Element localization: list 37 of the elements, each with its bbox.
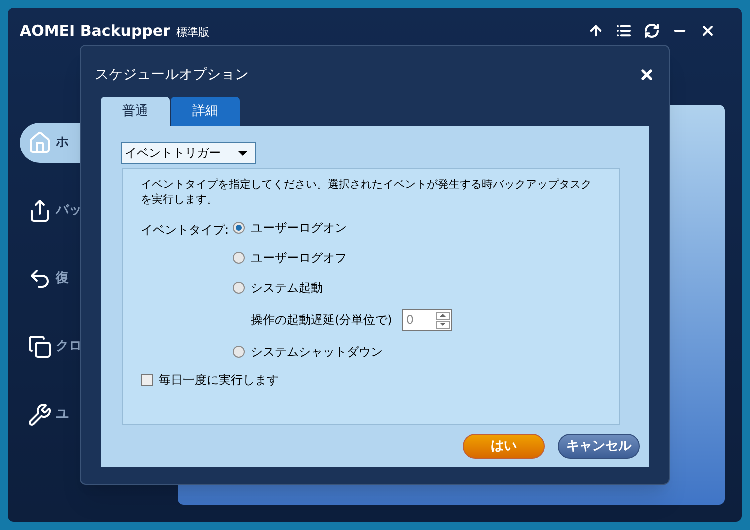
sidebar-label: クロ bbox=[56, 338, 82, 356]
radio-button[interactable] bbox=[233, 346, 245, 358]
sidebar-label: バッ bbox=[56, 202, 82, 220]
event-type-label: イベントタイプ: bbox=[141, 222, 230, 239]
radio-option[interactable]: ユーザーログオン bbox=[233, 219, 452, 237]
tab[interactable]: 普通 bbox=[101, 97, 170, 126]
dialog-title: スケジュールオプション bbox=[95, 66, 249, 84]
caret-icon bbox=[238, 150, 248, 156]
radio-option[interactable]: システム起動 bbox=[233, 279, 452, 297]
sidebar-item[interactable]: ユ bbox=[20, 394, 108, 434]
sidebar-item[interactable]: クロ bbox=[20, 326, 108, 366]
app-edition: 標準版 bbox=[176, 25, 210, 41]
sidebar-label: 復 bbox=[56, 270, 69, 288]
sidebar-item[interactable]: 復 bbox=[20, 258, 108, 298]
description-text: イベントタイプを指定してください。選択されたイベントが発生する時バックアップタスクを実行します。 bbox=[141, 177, 593, 207]
refresh-icon[interactable] bbox=[644, 23, 660, 40]
tab[interactable]: 詳細 bbox=[171, 97, 240, 126]
menu-icon[interactable] bbox=[616, 23, 632, 40]
radio-option[interactable]: ユーザーログオフ bbox=[233, 249, 452, 267]
sidebar-item[interactable]: バッ bbox=[20, 190, 108, 230]
trigger-dropdown[interactable]: イベントトリガー bbox=[121, 142, 256, 164]
checkbox[interactable] bbox=[141, 374, 153, 386]
upgrade-arrow-icon[interactable] bbox=[588, 23, 604, 40]
spin-down-icon[interactable] bbox=[436, 320, 450, 328]
delay-spinner[interactable]: 0 bbox=[402, 309, 452, 331]
daily-checkbox-row[interactable]: 毎日一度に実行します bbox=[141, 371, 601, 389]
close-icon[interactable] bbox=[639, 67, 655, 83]
spin-up-icon[interactable] bbox=[436, 312, 450, 320]
radio-option[interactable]: システムシャットダウン bbox=[233, 343, 452, 361]
cancel-button[interactable]: キャンセル bbox=[558, 434, 640, 459]
radio-button[interactable] bbox=[233, 252, 245, 264]
app-title: AOMEI Backupper bbox=[20, 21, 170, 42]
radio-button[interactable] bbox=[233, 282, 245, 294]
radio-button[interactable] bbox=[233, 222, 245, 234]
sidebar-label: ユ bbox=[56, 406, 69, 424]
sidebar-label: ホ bbox=[56, 134, 69, 152]
delay-label: 操作の起動遅延(分単位で) bbox=[251, 312, 392, 329]
